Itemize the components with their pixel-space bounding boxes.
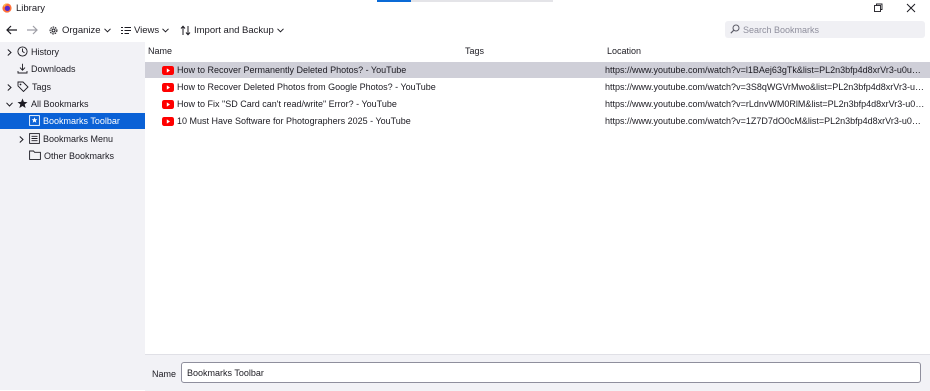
chevron-right-icon[interactable]: [5, 83, 14, 91]
bookmarks-list: Name Tags Location How to Recover Perman…: [145, 42, 930, 354]
table-row[interactable]: How to Fix "SD Card can't read/write" Er…: [145, 96, 930, 112]
name-field[interactable]: [181, 362, 921, 383]
title-accent-line: [377, 0, 411, 2]
sidebar-item-all-bookmarks[interactable]: All Bookmarks: [5, 96, 89, 112]
bookmark-name: 10 Must Have Software for Photographers …: [177, 116, 411, 126]
chevron-right-icon[interactable]: [17, 135, 26, 143]
sidebar-item-label: Bookmarks Menu: [43, 134, 114, 144]
organize-label: Organize: [62, 24, 101, 36]
title-bar: Library: [0, 0, 930, 18]
organize-button[interactable]: Organize: [48, 22, 111, 38]
chevron-down-icon: [276, 27, 284, 33]
sidebar-item-label: All Bookmarks: [31, 99, 89, 109]
views-label: Views: [134, 24, 160, 36]
bookmarks-toolbar-icon: [29, 114, 40, 128]
folder-icon: [29, 150, 41, 162]
list-view-icon: [121, 26, 131, 34]
chevron-down-icon[interactable]: [5, 101, 14, 107]
bookmark-location: https://www.youtube.com/watch?v=l1BAej63…: [605, 65, 925, 75]
sidebar-item-downloads[interactable]: Downloads: [17, 61, 76, 77]
gear-icon: [49, 26, 58, 34]
tag-icon: [17, 81, 29, 94]
bookmark-location: https://www.youtube.com/watch?v=rLdnvWM0…: [605, 99, 925, 109]
sidebar-item-label: Bookmarks Toolbar: [43, 116, 120, 126]
chevron-right-icon[interactable]: [5, 48, 14, 56]
sidebar-item-bookmarks-toolbar[interactable]: Bookmarks Toolbar: [0, 113, 145, 129]
sidebar-item-label: Tags: [32, 82, 52, 92]
chevron-down-icon: [103, 27, 111, 33]
bookmark-name: How to Recover Permanently Deleted Photo…: [177, 65, 407, 75]
table-row[interactable]: 10 Must Have Software for Photographers …: [145, 113, 930, 129]
arrow-right-icon[interactable]: [26, 23, 40, 37]
table-row[interactable]: How to Recover Deleted Photos from Googl…: [145, 79, 930, 95]
sidebar-item-label: History: [31, 47, 60, 57]
import-export-icon: [180, 24, 191, 36]
details-pane: Name: [145, 354, 930, 391]
column-header-tags[interactable]: Tags: [465, 42, 484, 59]
sidebar-item-other-bookmarks[interactable]: Other Bookmarks: [29, 148, 114, 164]
youtube-icon: [162, 100, 174, 109]
import-label: Import and Backup: [194, 24, 274, 36]
bookmark-name: How to Recover Deleted Photos from Googl…: [177, 82, 436, 92]
window-title: Library: [16, 3, 46, 14]
youtube-icon: [162, 83, 174, 92]
close-icon[interactable]: [903, 1, 919, 15]
sidebar-item-bookmarks-menu[interactable]: Bookmarks Menu: [17, 131, 113, 147]
sidebar-item-label: Other Bookmarks: [44, 151, 115, 161]
sidebar-item-tags[interactable]: Tags: [5, 79, 51, 95]
bookmark-location: https://www.youtube.com/watch?v=3S8qWGVr…: [605, 82, 925, 92]
download-icon: [17, 63, 28, 76]
youtube-icon: [162, 66, 174, 75]
name-field-label: Name: [152, 369, 177, 379]
bookmarks-menu-icon: [29, 132, 40, 146]
title-accent-line-secondary: [411, 0, 553, 2]
library-toolbar: Organize Views Import and Backup: [0, 18, 930, 42]
sidebar-tree: History Downloads Tags All Bookmarks Boo…: [0, 42, 145, 390]
youtube-icon: [162, 117, 174, 126]
restore-icon[interactable]: [870, 1, 886, 15]
sidebar-item-label: Downloads: [31, 64, 76, 74]
chevron-down-icon: [162, 27, 170, 33]
search-input[interactable]: [743, 23, 918, 36]
clock-icon: [17, 45, 28, 59]
views-button[interactable]: Views: [121, 22, 170, 38]
column-header-location[interactable]: Location: [607, 42, 641, 59]
arrow-left-icon[interactable]: [6, 23, 20, 37]
search-box[interactable]: [725, 21, 925, 38]
star-icon: [17, 98, 28, 111]
firefox-icon: [2, 3, 12, 13]
search-icon: [730, 24, 740, 36]
table-row[interactable]: How to Recover Permanently Deleted Photo…: [145, 62, 930, 78]
column-header-name[interactable]: Name: [148, 42, 172, 59]
bookmark-location: https://www.youtube.com/watch?v=1Z7D7dO0…: [605, 116, 925, 126]
bookmark-name: How to Fix "SD Card can't read/write" Er…: [177, 99, 397, 109]
import-backup-button[interactable]: Import and Backup: [180, 22, 284, 38]
sidebar-item-history[interactable]: History: [5, 44, 59, 60]
